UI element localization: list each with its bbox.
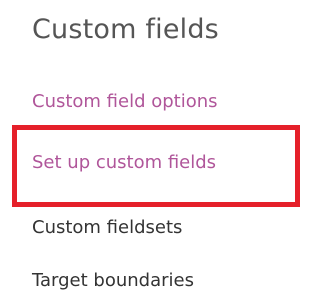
- section-title: Custom fields: [32, 14, 219, 45]
- nav-item-set-up-custom-fields[interactable]: Set up custom fields: [32, 152, 216, 173]
- nav-item-custom-field-options[interactable]: Custom field options: [32, 91, 218, 112]
- nav-item-custom-fieldsets[interactable]: Custom fieldsets: [32, 217, 182, 238]
- nav-item-target-boundaries[interactable]: Target boundaries: [32, 270, 194, 291]
